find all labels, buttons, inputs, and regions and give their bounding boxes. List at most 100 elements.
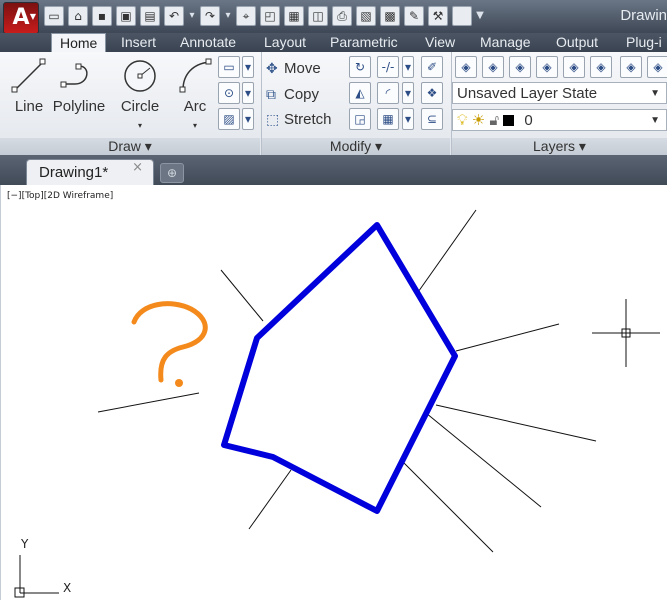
line-icon bbox=[11, 58, 46, 93]
scale-icon[interactable]: ◲ bbox=[349, 108, 371, 130]
construction-line[interactable] bbox=[220, 269, 264, 322]
copy-icon: ⧉ bbox=[266, 87, 276, 103]
array-icon[interactable]: ▦ bbox=[377, 108, 399, 130]
polyline-tool-button[interactable]: Polyline bbox=[52, 56, 106, 134]
layer-lock-icon[interactable]: ◈ bbox=[563, 56, 585, 78]
rotate-icon[interactable]: ↻ bbox=[349, 56, 371, 78]
match-properties-icon[interactable]: ⌖ bbox=[236, 6, 256, 26]
chevron-down-icon[interactable]: ▾ bbox=[402, 56, 414, 78]
stretch-button[interactable]: ⬚ Stretch bbox=[266, 109, 332, 131]
print-preview-icon[interactable]: ▦ bbox=[284, 6, 304, 26]
construction-lines bbox=[97, 209, 597, 553]
print-icon[interactable]: ▤ bbox=[140, 6, 160, 26]
copy-button[interactable]: ⧉ Copy bbox=[266, 84, 319, 106]
chevron-down-icon: ▼ bbox=[650, 88, 660, 99]
brush-icon[interactable]: ⚒ bbox=[428, 6, 448, 26]
circle-label: Circle bbox=[120, 98, 160, 115]
new-tab-button[interactable]: ⊕ bbox=[160, 163, 184, 183]
plot-icon[interactable]: ⎙ bbox=[332, 6, 352, 26]
question-mark-dot bbox=[175, 379, 183, 387]
sun-icon: ☀ bbox=[471, 112, 486, 129]
chevron-down-icon: ▼ bbox=[29, 12, 36, 21]
chevron-down-icon[interactable]: ▾ bbox=[138, 121, 142, 130]
fillet-icon[interactable]: ◜ bbox=[377, 82, 399, 104]
window-title: Drawin bbox=[620, 7, 667, 24]
markup-icon[interactable]: ✎ bbox=[404, 6, 424, 26]
erase-icon[interactable]: ✐ bbox=[421, 56, 443, 78]
save-icon[interactable]: ▪ bbox=[92, 6, 112, 26]
current-layer-dropdown[interactable]: 💡︎ ☀ 🔓︎ 0 ▼ bbox=[452, 109, 667, 131]
measure-icon[interactable]: ▩ bbox=[380, 6, 400, 26]
ucs-y-label: Y bbox=[21, 537, 29, 551]
chevron-down-icon[interactable]: ▾ bbox=[242, 108, 254, 130]
layer-match-icon[interactable]: ◈ bbox=[590, 56, 612, 78]
ucs-icon bbox=[14, 555, 59, 598]
chevron-down-icon[interactable]: ▾ bbox=[242, 82, 254, 104]
title-bar: A ▼ ▭ ⌂ ▪ ▣ ▤ ↶ ▾ ↷ ▾ ⌖ ◰ ▦ ◫ ⎙ ▧ ▩ ✎ ⚒ ▼… bbox=[0, 0, 667, 34]
layer-state-dropdown[interactable]: Unsaved Layer State ▼ bbox=[452, 82, 667, 104]
chevron-down-icon[interactable]: ▾ bbox=[193, 121, 197, 130]
rectangle-icon[interactable]: ▭ bbox=[218, 56, 240, 78]
blue-polygon[interactable] bbox=[221, 222, 458, 514]
chevron-down-icon[interactable]: ▾ bbox=[402, 82, 414, 104]
layer-icon[interactable]: ◰ bbox=[260, 6, 280, 26]
tab-manage[interactable]: Manage bbox=[480, 33, 531, 52]
white-box-icon[interactable] bbox=[452, 6, 472, 26]
redo-dropdown-icon[interactable]: ▾ bbox=[224, 7, 232, 25]
redo-icon[interactable]: ↷ bbox=[200, 6, 220, 26]
arc-label: Arc bbox=[183, 98, 207, 115]
drawing-area[interactable]: [−][Top][2D Wireframe] Y X bbox=[0, 185, 667, 600]
dropdown-icon[interactable]: ▼ bbox=[476, 7, 484, 25]
chevron-down-icon[interactable]: ▾ bbox=[402, 108, 414, 130]
chevron-down-icon[interactable]: ▾ bbox=[242, 56, 254, 78]
explode-icon[interactable]: ❖ bbox=[421, 82, 443, 104]
construction-line[interactable] bbox=[425, 412, 542, 508]
construction-line[interactable] bbox=[435, 404, 597, 442]
ellipse-icon[interactable]: ⊙ bbox=[218, 82, 240, 104]
tab-output[interactable]: Output bbox=[556, 33, 598, 52]
open-icon[interactable]: ⌂ bbox=[68, 6, 88, 26]
tab-insert[interactable]: Insert bbox=[121, 33, 156, 52]
modify-panel-title[interactable]: Modify ▾ bbox=[262, 138, 450, 155]
tab-view[interactable]: View bbox=[425, 33, 455, 52]
close-icon[interactable]: × bbox=[132, 160, 143, 175]
line-tool-button[interactable]: Line bbox=[4, 56, 54, 134]
document-tab-drawing1[interactable]: Drawing1* × bbox=[26, 159, 154, 185]
construction-line[interactable] bbox=[415, 209, 477, 296]
save-as-icon[interactable]: ▣ bbox=[116, 6, 136, 26]
layers-panel-title[interactable]: Layers ▾ bbox=[452, 138, 667, 155]
circle-tool-button[interactable]: Circle ▾ bbox=[115, 56, 165, 134]
polyline-icon bbox=[60, 63, 88, 88]
layer-merge-icon[interactable]: ◈ bbox=[647, 56, 667, 78]
drawing-canvas[interactable] bbox=[1, 185, 667, 600]
arc-tool-button[interactable]: Arc ▾ bbox=[170, 56, 220, 134]
tab-layout[interactable]: Layout bbox=[264, 33, 306, 52]
publish-icon[interactable]: ◫ bbox=[308, 6, 328, 26]
tab-parametric[interactable]: Parametric bbox=[330, 33, 398, 52]
color-icon[interactable]: ▧ bbox=[356, 6, 376, 26]
undo-icon[interactable]: ↶ bbox=[164, 6, 184, 26]
tab-annotate[interactable]: Annotate bbox=[180, 33, 236, 52]
construction-line[interactable] bbox=[455, 323, 560, 352]
layer-walk-icon[interactable]: ◈ bbox=[620, 56, 642, 78]
layer-off-icon[interactable]: ◈ bbox=[482, 56, 504, 78]
construction-line[interactable] bbox=[97, 392, 200, 413]
layer-freeze-icon[interactable]: ◈ bbox=[536, 56, 558, 78]
tab-plugins[interactable]: Plug-i bbox=[626, 33, 662, 52]
mirror-icon[interactable]: ◭ bbox=[349, 82, 371, 104]
layer-properties-icon[interactable]: ◈ bbox=[455, 56, 477, 78]
tab-home[interactable]: Home bbox=[51, 33, 107, 53]
hatch-icon[interactable]: ▨ bbox=[218, 108, 240, 130]
new-icon[interactable]: ▭ bbox=[44, 6, 64, 26]
construction-line[interactable] bbox=[248, 469, 292, 530]
layer-isolate-icon[interactable]: ◈ bbox=[509, 56, 531, 78]
color-swatch-icon bbox=[503, 115, 515, 126]
offset-icon[interactable]: ⊆ bbox=[421, 108, 443, 130]
application-menu-button[interactable]: A ▼ bbox=[3, 2, 39, 34]
draw-panel-title[interactable]: Draw ▾ bbox=[0, 138, 260, 155]
trim-icon[interactable]: -/- bbox=[377, 56, 399, 78]
move-button[interactable]: ✥ Move bbox=[266, 58, 321, 80]
undo-dropdown-icon[interactable]: ▾ bbox=[188, 7, 196, 25]
construction-line[interactable] bbox=[400, 459, 494, 553]
polyline-label: Polyline bbox=[52, 98, 106, 115]
